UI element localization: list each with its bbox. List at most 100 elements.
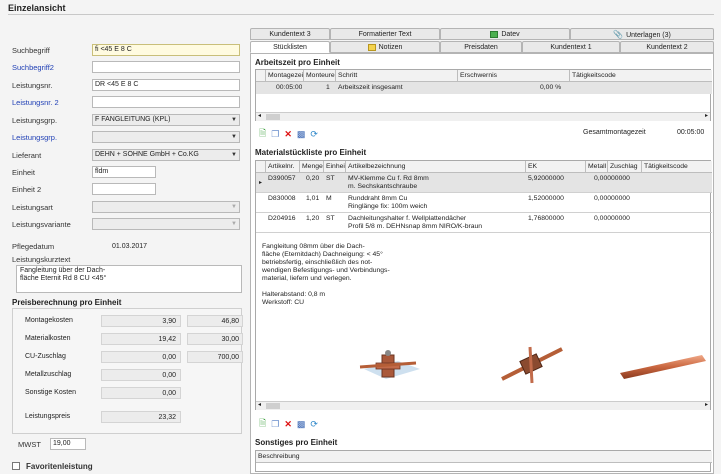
chevron-down-icon[interactable]: ▼ [231,115,237,125]
refresh-icon[interactable]: ⟳ [310,419,318,430]
col-header[interactable]: Beschreibung [256,451,712,463]
col-header[interactable]: Montagezeit [266,70,304,82]
cell-zuschlag: 0,00000000 [594,215,630,222]
tab-kundentext-2[interactable]: Kundentext 2 [620,41,714,53]
suchbegriff-input[interactable]: fi <45 E 8 C [92,44,240,56]
tab-preisdaten[interactable]: Preisdaten [440,41,522,53]
preis-value[interactable]: 0,00 [101,369,181,381]
row-suchbegriff: Suchbegriff fi <45 E 8 C [8,44,244,56]
preis-value-2[interactable]: 30,00 [187,333,243,345]
tab-bar: Kundentext 3 Formatierter Text Datev 📎 Un… [250,28,714,54]
preis-row: CU-Zuschlag 0,00 700,00 [21,351,243,363]
leistungsgrp2-label[interactable]: Leistungsgrp. [12,133,57,142]
kurztext-textarea[interactable]: Fangleitung über der Dach- fläche Eterni… [16,265,242,293]
tab-kundentext-1[interactable]: Kundentext 1 [522,41,620,53]
chevron-down-icon[interactable]: ▼ [231,132,237,142]
scroll-thumb[interactable] [266,114,280,120]
new-icon[interactable]: 🗎 [259,416,266,432]
cell-erschwernis: 0,00 % [540,84,562,91]
cell-bezeichnung-2: m. Sechskantschraube [348,183,418,190]
chevron-down-icon[interactable]: ▼ [231,202,237,212]
chevron-down-icon[interactable]: ▼ [231,219,237,229]
horizontal-scrollbar[interactable]: ◂ ▸ [256,401,710,410]
save-icon[interactable]: ▩ [297,419,306,430]
cell-ek: 5,92000000 [528,175,564,182]
runddraht-image [501,346,563,384]
scroll-thumb[interactable] [266,403,280,409]
title-divider [8,14,714,15]
preis-row: Leistungspreis 23,32 [21,411,243,423]
copy-icon[interactable]: ❐ [271,419,279,430]
preis-label: Montagekosten [25,317,73,324]
leistungsnr2-input[interactable] [92,96,240,108]
table-row[interactable]: 00:05:00 1 Arbeitszeit insgesamt 0,00 % [256,82,712,94]
refresh-icon[interactable]: ⟳ [310,129,318,140]
leistungsnr-input[interactable]: DR <45 E 8 C [92,79,240,91]
preis-row: Metallzuschlag 0,00 [21,369,243,381]
cell-schritt: Arbeitszeit insgesamt [338,84,403,91]
pflegedatum-label: Pflegedatum [12,241,55,251]
preis-box: Montagekosten 3,90 46,80 Materialkosten … [12,308,243,434]
material-heading: Materialstückliste pro Einheit [255,148,367,157]
tab-stuecklisten[interactable]: Stücklisten [250,41,330,53]
table-row[interactable]: D830008 1,01 M Runddraht 8mm Cu Ringläng… [256,193,712,213]
preis-value[interactable]: 0,00 [101,351,181,363]
table-row[interactable]: D204916 1,20 ST Dachleitungshalter f. We… [256,213,712,233]
leistungsnr2-label[interactable]: Leistungsnr. 2 [12,98,59,107]
leistungsgrp-select[interactable]: F FANGLEITUNG (KPL) ▼ [92,114,240,126]
horizontal-scrollbar[interactable]: ◂ ▸ [256,112,710,121]
leistungsgrp2-select[interactable]: ▼ [92,131,240,143]
col-header[interactable]: Tätigkeitscode [570,70,712,82]
einheit2-input[interactable] [92,183,156,195]
sonstiges-grid: Beschreibung [255,450,712,472]
col-header[interactable]: Schritt [336,70,458,82]
cell-zuschlag: 0,00000000 [594,175,630,182]
preis-value-2[interactable]: 46,80 [187,315,243,327]
cell-bezeichnung: Runddraht 8mm Cu [348,195,408,202]
col-header[interactable]: Artikelbezeichnung [346,161,526,173]
col-header[interactable]: Erschwernis [458,70,570,82]
delete-icon[interactable]: ✕ [284,129,292,140]
tab-notizen[interactable]: Notizen [330,41,440,53]
tab-formatierter-text[interactable]: Formatierter Text [330,28,440,40]
cell-bezeichnung-2: Profil 5/8 m. DEHNsnap 8mm NIRO/K-braun [348,223,483,230]
preis-value[interactable]: 3,90 [101,315,181,327]
copy-icon[interactable]: ❐ [271,129,279,140]
chevron-down-icon[interactable]: ▼ [231,150,237,160]
preis-value-2[interactable]: 700,00 [187,351,243,363]
favoriten-checkbox[interactable] [12,462,20,470]
col-header[interactable]: Zuschlag [608,161,642,173]
col-header[interactable]: Artikelnr. [266,161,300,173]
einheit-input[interactable]: fldm [92,166,156,178]
tab-datev[interactable]: Datev [440,28,570,40]
scroll-right-icon[interactable]: ▸ [705,401,708,408]
scroll-left-icon[interactable]: ◂ [258,112,261,119]
col-header[interactable]: Monteure [304,70,336,82]
scroll-left-icon[interactable]: ◂ [258,401,261,408]
row-favoriten: Favoritenleistung [8,460,244,472]
suchbegriff2-label[interactable]: Suchbegriff2 [12,63,54,72]
delete-icon[interactable]: ✕ [284,419,292,430]
table-row[interactable]: ▸ D390057 0,20 ST MV-Klemme Cu f. Rd 8mm… [256,173,712,193]
preis-value[interactable]: 0,00 [101,387,181,399]
row-einheit2: Einheit 2 [8,183,244,195]
page-title: Einzelansicht [8,3,66,13]
leistungsvariante-select[interactable]: ▼ [92,218,240,230]
suchbegriff2-input[interactable] [92,61,240,73]
col-header[interactable]: Menge [300,161,324,173]
cell-ek: 1,52000000 [528,195,564,202]
preis-value[interactable]: 19,42 [101,333,181,345]
col-header[interactable]: Metall [586,161,608,173]
leistungsart-select[interactable]: ▼ [92,201,240,213]
scroll-right-icon[interactable]: ▸ [705,112,708,119]
desc-line: fläche (Eternitdach) Dachneigung: < 45° [262,251,383,258]
col-header[interactable]: Tätigkeitscode [642,161,712,173]
new-icon[interactable]: 🗎 [259,126,266,142]
tab-unterlagen[interactable]: 📎 Unterlagen (3) [570,28,714,40]
col-header[interactable]: Einheit [324,161,346,173]
tab-kundentext-3[interactable]: Kundentext 3 [250,28,330,40]
lieferant-select[interactable]: DEHN + SÖHNE GmbH + Co.KG ▼ [92,149,240,161]
col-header[interactable]: EK [526,161,586,173]
mwst-input[interactable]: 19,00 [50,438,86,450]
save-icon[interactable]: ▩ [297,129,306,140]
